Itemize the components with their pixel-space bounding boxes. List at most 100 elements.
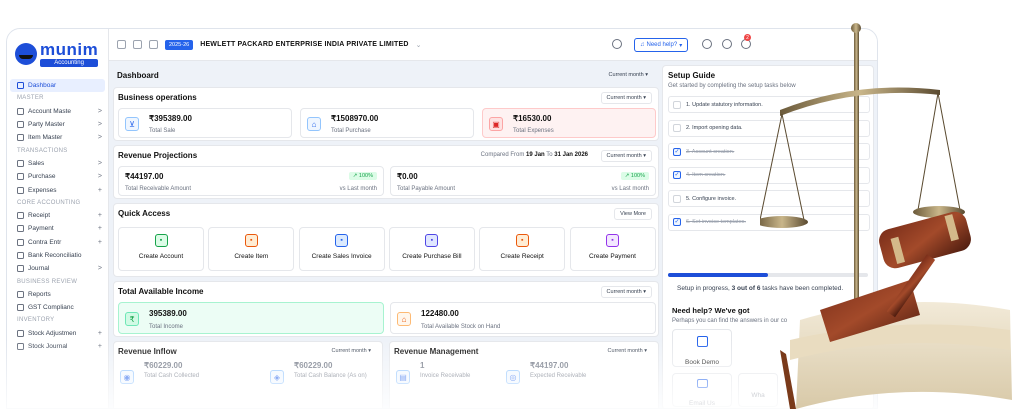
checkbox-icon[interactable]: ✓ — [673, 218, 681, 226]
sidebar-item[interactable]: Reports — [7, 288, 108, 301]
trend-up-icon: ↗ — [352, 173, 358, 179]
chevron-down-icon[interactable]: ⌄ — [416, 41, 422, 49]
quick-action-label: Create Purchase Bill — [402, 253, 462, 260]
bill-icon: ▪ — [425, 234, 439, 247]
projection-box: ₹44197.00 Total Receivable Amount ↗ 100% vs… — [118, 166, 384, 196]
home-icon — [17, 82, 24, 90]
sidebar-section-label: INVENTORY — [17, 317, 55, 324]
book-demo-button[interactable]: Book Demo — [672, 329, 732, 367]
wallet-icon: ◈ — [270, 370, 284, 384]
metric-value: ₹1508970.00 — [331, 114, 379, 123]
stock-journal-icon — [17, 343, 24, 351]
total-income-value: 395389.00 — [149, 309, 187, 318]
sidebar-item[interactable]: GST Complianc — [7, 301, 108, 314]
checkbox-icon[interactable]: ✓ — [673, 171, 681, 179]
menu-toggle-icon[interactable] — [117, 40, 126, 49]
compare-from: 19 Jan — [526, 152, 545, 158]
period-dropdown[interactable]: Current month ▾ — [600, 286, 652, 298]
search-icon[interactable] — [612, 39, 622, 49]
sidebar-item[interactable]: Account Maste > — [7, 104, 108, 117]
expand-icon: > — [97, 107, 102, 115]
quick-action-button[interactable]: ▪ Create Receipt — [479, 227, 566, 271]
total-income-card: Total Available Income Current month ▾ ₹… — [113, 281, 659, 337]
quick-action-button[interactable]: ▪ Create Item — [208, 227, 295, 271]
checkbox-icon[interactable] — [673, 194, 681, 203]
notification-badge: 2 — [744, 34, 751, 41]
checkbox-icon[interactable] — [673, 124, 681, 132]
expand-icon: > — [97, 159, 102, 167]
task-label: 3. Account creation. — [686, 148, 735, 155]
period-label: Current month — [606, 289, 642, 295]
metric-label: Total Sale — [149, 128, 176, 134]
business-metric-box: ⊻ ₹395389.00 Total Sale — [118, 108, 292, 138]
period-label: Current month — [607, 348, 643, 354]
expand-icon: + — [97, 211, 102, 219]
quick-action-button[interactable]: ▪ Create Purchase Bill — [388, 227, 475, 271]
sidebar-item-label: Expenses — [28, 186, 57, 194]
period-dropdown[interactable]: Current month ▾ — [600, 92, 652, 104]
box-icon — [17, 134, 24, 142]
sidebar-item[interactable]: Journal > — [7, 262, 108, 275]
cash-collected-value: ₹60229.00 — [144, 361, 183, 370]
eye-off-icon[interactable] — [149, 40, 158, 49]
brand-name: munim — [40, 40, 99, 59]
task-label: 5. Configure invoice. — [686, 195, 737, 202]
sidebar-item[interactable]: Purchase > — [7, 170, 108, 183]
stock-value: 122480.00 — [421, 309, 459, 318]
cart-icon: ⊻ — [125, 117, 139, 131]
logo: munim Accounting — [7, 29, 108, 79]
invoice-icon: ▤ — [396, 370, 410, 384]
email-us-button[interactable]: Email Us — [672, 373, 732, 407]
sidebar-item-label: GST Complianc — [28, 304, 74, 312]
quick-action-button[interactable]: ▪ Create Sales Invoice — [298, 227, 385, 271]
period-dropdown[interactable]: Current month ▾ — [603, 346, 652, 356]
gift-icon[interactable] — [702, 39, 712, 49]
sidebar-item-label: Account Maste — [28, 107, 71, 115]
sidebar-item[interactable]: Receipt + — [7, 209, 108, 222]
sidebar-item[interactable]: Stock Adjustmen + — [7, 326, 108, 339]
sidebar-item[interactable]: Contra Entr + — [7, 236, 108, 249]
sidebar-item[interactable]: Sales > — [7, 157, 108, 170]
document-icon[interactable] — [133, 40, 142, 49]
sidebar-item[interactable]: Party Master > — [7, 118, 108, 131]
expand-icon: + — [97, 225, 102, 233]
expense-icon: ▣ — [489, 117, 503, 131]
sidebar-item-label: Stock Adjustmen — [28, 329, 77, 337]
period-dropdown[interactable]: Current month ▾ — [600, 150, 652, 162]
period-dropdown[interactable]: Current month ▾ — [327, 346, 376, 356]
card-icon[interactable] — [722, 39, 732, 49]
need-help-button[interactable]: ♫ Need help? ▾ — [634, 38, 689, 52]
checkbox-icon[interactable]: ✓ — [673, 147, 681, 156]
financial-year-badge[interactable]: 2025-26 — [165, 39, 194, 50]
calendar-icon — [696, 336, 708, 347]
bank-icon — [17, 107, 24, 115]
period-dropdown[interactable]: Current month ▾ — [604, 70, 653, 80]
compare-label: vs Last month — [611, 186, 649, 192]
sidebar-item[interactable]: Bank Reconciliatio — [7, 249, 108, 262]
sidebar-item-label: Purchase — [28, 173, 56, 181]
view-more-button[interactable]: View More — [614, 208, 652, 220]
company-selector[interactable]: HEWLETT PACKARD ENTERPRISE INDIA PRIVATE… — [200, 41, 408, 48]
cash-balance-label: Total Cash Balance (As on) — [294, 373, 367, 379]
sidebar-item[interactable]: Dashboar — [10, 79, 105, 93]
compare-to: 31 Jan 2026 — [554, 152, 588, 158]
sidebar-item[interactable]: Stock Journal + — [7, 340, 108, 353]
quick-action-button[interactable]: ▪ Create Account — [118, 227, 204, 271]
expand-icon: + — [97, 329, 102, 337]
mail-icon — [696, 379, 708, 388]
invoice-receivable-label: Invoice Receivable — [420, 373, 471, 379]
expand-icon: + — [97, 343, 102, 351]
sidebar-item[interactable]: Payment + — [7, 222, 108, 235]
item-icon: ▪ — [244, 234, 258, 247]
scales-of-justice-image — [760, 23, 1012, 409]
quick-action-button[interactable]: ▪ Create Payment — [569, 227, 656, 271]
total-income-label: Total Income — [149, 324, 184, 330]
sidebar-nav: Dashboar MASTER Account Maste > Party Master… — [7, 79, 108, 353]
checkbox-icon[interactable] — [673, 100, 681, 109]
sidebar-item[interactable]: Item Master > — [7, 131, 108, 144]
payment-icon — [17, 225, 24, 233]
stock-on-hand-box: ⌂ 122480.00 Total Available Stock on Han… — [390, 302, 656, 334]
sidebar-item[interactable]: Expenses + — [7, 183, 108, 196]
expected-icon: ◎ — [506, 370, 520, 384]
projection-value: ₹44197.00 — [125, 172, 164, 181]
